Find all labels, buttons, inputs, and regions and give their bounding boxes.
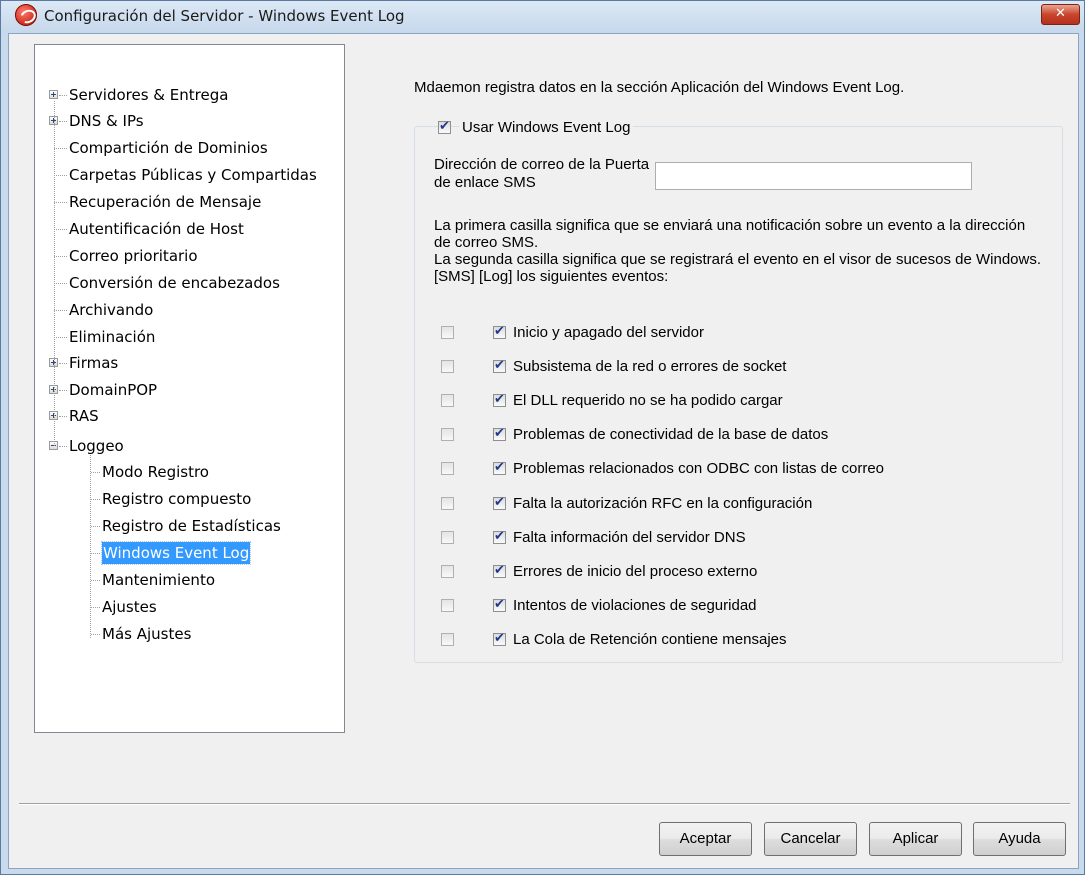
sms-checkbox[interactable] <box>441 326 454 339</box>
intro-text: Mdaemon registra datos en la sección Apl… <box>414 79 905 96</box>
sms-checkbox[interactable] <box>441 428 454 441</box>
log-checkbox[interactable] <box>493 460 506 475</box>
tree-item-label: Loggeo <box>69 437 124 455</box>
settings-tree[interactable]: Servidores & Entrega DNS & IPs Compartic… <box>34 44 345 733</box>
tree-item-label: Modo Registro <box>102 463 209 481</box>
tree-item-label: Windows Event Log <box>100 541 252 565</box>
title-bar[interactable]: Configuración del Servidor - Windows Eve… <box>1 1 1084 33</box>
tree-item-label: Firmas <box>69 354 119 372</box>
mdaemon-app-icon <box>15 4 37 26</box>
sms-gateway-label: Dirección de correo de la Puerta de enla… <box>434 156 650 191</box>
log-checkbox[interactable] <box>493 495 506 510</box>
window-title: Configuración del Servidor - Windows Eve… <box>44 7 405 25</box>
event-label[interactable]: Intentos de violaciones de seguridad <box>513 597 757 614</box>
event-label[interactable]: Problemas relacionados con ODBC con list… <box>513 460 884 477</box>
tree-item-label: Autentificación de Host <box>69 220 244 238</box>
event-label[interactable]: Subsistema de la red o errores de socket <box>513 358 786 375</box>
log-checkbox[interactable] <box>493 597 506 612</box>
sms-checkbox[interactable] <box>441 462 454 475</box>
tree-item-label: Eliminación <box>69 328 156 346</box>
sms-checkbox[interactable] <box>441 394 454 407</box>
log-checkbox[interactable] <box>493 358 506 373</box>
help-button[interactable]: Ayuda <box>973 822 1066 856</box>
event-label[interactable]: El DLL requerido no se ha podido cargar <box>513 392 783 409</box>
event-label[interactable]: La Cola de Retención contiene mensajes <box>513 631 787 648</box>
ok-button[interactable]: Aceptar <box>659 822 752 856</box>
event-description: La primera casilla significa que se envi… <box>434 217 1044 285</box>
tree-item-label: DNS & IPs <box>69 112 144 130</box>
close-button[interactable]: ✕ <box>1041 4 1080 25</box>
tree-item-label: Ajustes <box>102 598 157 616</box>
use-event-log-checkbox[interactable] <box>438 119 451 134</box>
event-label[interactable]: Falta información del servidor DNS <box>513 529 746 546</box>
tree-item-label: Conversión de encabezados <box>69 274 280 292</box>
sms-gateway-input[interactable] <box>655 162 972 190</box>
tree-item-label: RAS <box>69 407 99 425</box>
log-checkbox[interactable] <box>493 631 506 646</box>
tree-item-label: Archivando <box>69 301 154 319</box>
use-event-log-label[interactable]: Usar Windows Event Log <box>459 119 634 136</box>
log-checkbox[interactable] <box>493 563 506 578</box>
tree-item-label: Registro compuesto <box>102 490 252 508</box>
description-line: La segunda casilla significa que se regi… <box>434 251 1042 268</box>
event-label[interactable]: Errores de inicio del proceso externo <box>513 563 757 580</box>
expand-plus-icon[interactable] <box>49 90 58 99</box>
sms-checkbox[interactable] <box>441 360 454 373</box>
tree-item-label: Servidores & Entrega <box>69 86 229 104</box>
log-checkbox[interactable] <box>493 529 506 544</box>
tree-item-label: Correo prioritario <box>69 247 198 265</box>
sms-checkbox[interactable] <box>441 497 454 510</box>
tree-item-label: Registro de Estadísticas <box>102 517 281 535</box>
tree-item-label: Más Ajustes <box>102 625 192 643</box>
tree-item-label: Mantenimiento <box>102 571 215 589</box>
event-label[interactable]: Problemas de conectividad de la base de … <box>513 426 828 443</box>
footer-separator <box>19 803 1070 805</box>
tree-item-label: Carpetas Públicas y Compartidas <box>69 166 317 184</box>
tree-item-label: Compartición de Dominios <box>69 139 268 157</box>
tree-item-label: DomainPOP <box>69 381 158 399</box>
event-label[interactable]: Falta la autorización RFC en la configur… <box>513 495 812 512</box>
log-checkbox[interactable] <box>493 392 506 407</box>
description-line: La primera casilla significa que se envi… <box>434 217 1026 251</box>
event-label[interactable]: Inicio y apagado del servidor <box>513 324 704 341</box>
tree-item-label: Recuperación de Mensaje <box>69 193 262 211</box>
log-checkbox[interactable] <box>493 426 506 441</box>
sms-checkbox[interactable] <box>441 599 454 612</box>
apply-button[interactable]: Aplicar <box>869 822 962 856</box>
description-line: [SMS] [Log] los siguientes eventos: <box>434 268 669 285</box>
cancel-button[interactable]: Cancelar <box>764 822 857 856</box>
sms-checkbox[interactable] <box>441 633 454 646</box>
log-checkbox[interactable] <box>493 324 506 339</box>
sms-checkbox[interactable] <box>441 565 454 578</box>
sms-checkbox[interactable] <box>441 531 454 544</box>
